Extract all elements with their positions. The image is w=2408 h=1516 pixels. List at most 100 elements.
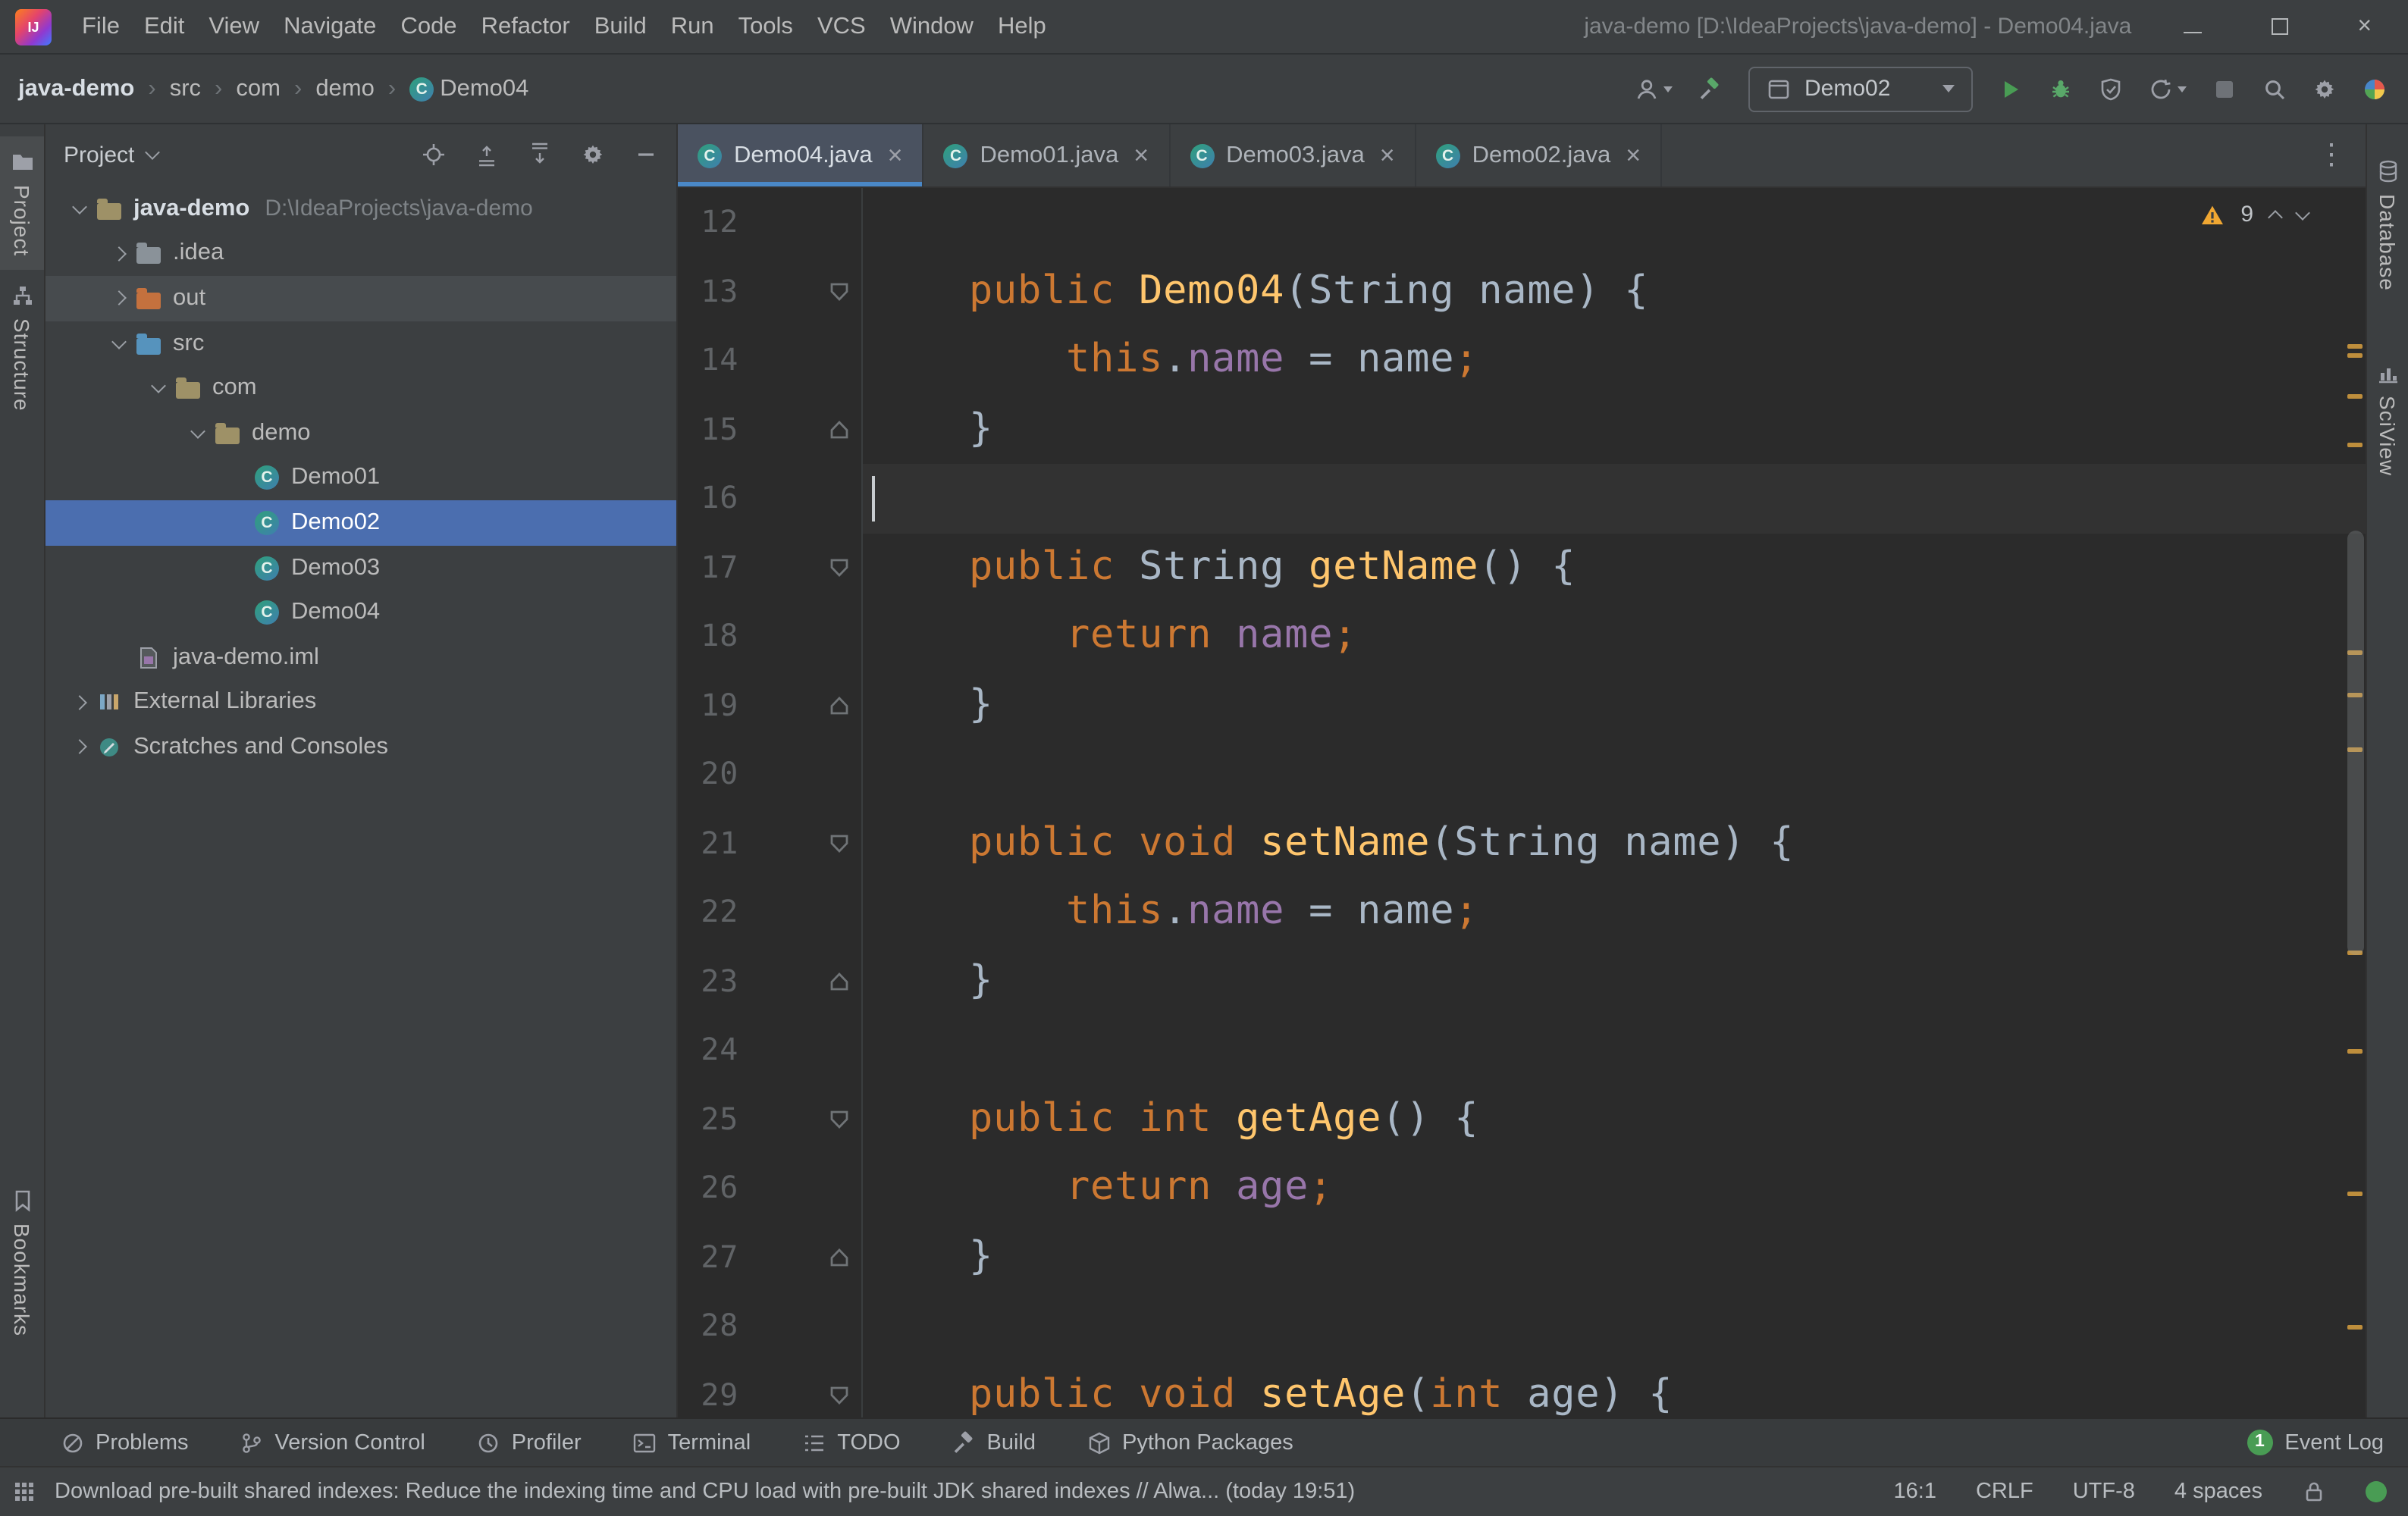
warning-stripe-mark[interactable]	[2347, 394, 2363, 399]
code-line-12[interactable]: 12	[678, 188, 2366, 257]
toolwindow-tab-database[interactable]: Database	[2375, 146, 2400, 305]
tree-item-demo[interactable]: demo	[45, 411, 676, 456]
close-button[interactable]: ×	[2357, 14, 2372, 39]
fold-marker[interactable]	[742, 671, 863, 740]
line-number[interactable]: 14	[678, 326, 742, 395]
warning-stripe-mark[interactable]	[2347, 1049, 2363, 1054]
menu-window[interactable]: Window	[878, 13, 986, 40]
close-icon[interactable]: ×	[888, 143, 903, 168]
fold-marker[interactable]	[742, 1361, 863, 1417]
tree-item-idea[interactable]: .idea	[45, 231, 676, 276]
code-line-13[interactable]: 13 public Demo04(String name) {	[678, 257, 2366, 326]
line-number[interactable]: 23	[678, 947, 742, 1016]
fold-marker[interactable]	[742, 1223, 863, 1292]
user-button[interactable]	[1635, 77, 1673, 101]
fold-marker[interactable]	[742, 257, 863, 326]
code-line-15[interactable]: 15 }	[678, 395, 2366, 464]
stop-button[interactable]	[2212, 77, 2237, 101]
tree-caret[interactable]	[61, 206, 97, 212]
tree-caret[interactable]	[61, 697, 97, 708]
panel-settings-button[interactable]	[581, 143, 605, 167]
tab-demo01-java[interactable]: CDemo01.java×	[924, 124, 1171, 186]
code-line-25[interactable]: 25 public int getAge() {	[678, 1085, 2366, 1154]
event-log-button[interactable]: 1Event Log	[2247, 1430, 2384, 1455]
tree-caret[interactable]	[140, 385, 176, 391]
toolwindow-tab-bookmarks[interactable]: Bookmarks	[10, 1176, 34, 1351]
menu-code[interactable]: Code	[388, 13, 469, 40]
warning-stripe-mark[interactable]	[2347, 344, 2363, 349]
tree-caret[interactable]	[61, 742, 97, 753]
toolwindow-button-python-packages[interactable]: Python Packages	[1087, 1430, 1293, 1455]
toolwindow-button-build[interactable]: Build	[952, 1430, 1036, 1455]
file-encoding[interactable]: UTF-8	[2073, 1480, 2135, 1504]
warning-stripe-mark[interactable]	[2347, 1192, 2363, 1196]
collapse-all-button[interactable]	[475, 143, 499, 167]
breadcrumb-item-src[interactable]: src	[170, 75, 201, 102]
settings-gear-icon[interactable]	[2312, 77, 2337, 101]
code-line-20[interactable]: 20	[678, 740, 2366, 809]
coverage-button[interactable]	[2099, 77, 2123, 101]
code-line-28[interactable]: 28	[678, 1292, 2366, 1361]
code-line-27[interactable]: 27 }	[678, 1223, 2366, 1292]
tree-item-demo02[interactable]: CDemo02	[45, 500, 676, 545]
tab-demo02-java[interactable]: CDemo02.java×	[1416, 124, 1663, 186]
toolwindow-button-terminal[interactable]: Terminal	[633, 1430, 751, 1455]
code-line-24[interactable]: 24	[678, 1016, 2366, 1085]
minimize-button[interactable]	[2183, 20, 2201, 33]
inspection-widget[interactable]: 9	[2199, 202, 2308, 227]
breadcrumb-item-demo04[interactable]: Demo04	[440, 75, 528, 102]
expand-all-button[interactable]	[528, 143, 552, 167]
tree-item-demo03[interactable]: CDemo03	[45, 546, 676, 590]
tree-item-src[interactable]: src	[45, 321, 676, 366]
breadcrumb-item-java-demo[interactable]: java-demo	[18, 75, 134, 102]
fold-marker[interactable]	[742, 947, 863, 1016]
line-number[interactable]: 26	[678, 1154, 742, 1223]
code-line-22[interactable]: 22 this.name = name;	[678, 878, 2366, 947]
tree-item-demo01[interactable]: CDemo01	[45, 456, 676, 500]
hide-panel-button[interactable]	[634, 143, 658, 167]
indent-setting[interactable]: 4 spaces	[2174, 1480, 2262, 1504]
menu-run[interactable]: Run	[659, 13, 726, 40]
menu-view[interactable]: View	[196, 13, 271, 40]
toolwindow-tab-structure[interactable]: Structure	[10, 270, 34, 425]
toolwindow-tab-project[interactable]: Project	[0, 136, 44, 270]
code-line-16[interactable]: 16	[678, 464, 2366, 533]
breadcrumb-item-com[interactable]: com	[236, 75, 281, 102]
fold-marker[interactable]	[742, 809, 863, 878]
code-line-29[interactable]: 29 public void setAge(int age) {	[678, 1361, 2366, 1417]
run-configuration-select[interactable]: Demo02	[1748, 66, 1973, 111]
run-button[interactable]	[1999, 77, 2023, 101]
menu-tools[interactable]: Tools	[726, 13, 805, 40]
editor-scrollbar-thumb[interactable]	[2347, 531, 2364, 955]
tree-item-out[interactable]: out	[45, 276, 676, 321]
code-line-26[interactable]: 26 return age;	[678, 1154, 2366, 1223]
tree-caret[interactable]	[179, 431, 215, 437]
colorful-sphere-icon[interactable]	[2363, 77, 2387, 101]
search-everywhere-icon[interactable]	[2262, 77, 2287, 101]
toolwindow-button-version-control[interactable]: Version Control	[240, 1430, 425, 1455]
tree-item-external-libraries[interactable]: External Libraries	[45, 680, 676, 725]
line-separator[interactable]: CRLF	[1976, 1480, 2033, 1504]
menu-file[interactable]: File	[70, 13, 132, 40]
menu-refactor[interactable]: Refactor	[469, 13, 582, 40]
project-panel-title[interactable]: Project	[64, 142, 134, 168]
code-line-23[interactable]: 23 }	[678, 947, 2366, 1016]
fold-marker[interactable]	[742, 533, 863, 602]
ide-status-icon[interactable]	[2366, 1481, 2387, 1502]
line-number[interactable]: 16	[678, 464, 742, 533]
breadcrumb-item-demo[interactable]: demo	[315, 75, 375, 102]
tree-caret[interactable]	[100, 293, 136, 304]
locate-button[interactable]	[422, 143, 446, 167]
line-number[interactable]: 24	[678, 1016, 742, 1085]
line-number[interactable]: 13	[678, 257, 742, 326]
menu-build[interactable]: Build	[582, 13, 659, 40]
code-line-21[interactable]: 21 public void setName(String name) {	[678, 809, 2366, 878]
tree-item-java-demo-iml[interactable]: java-demo.iml	[45, 635, 676, 680]
line-number[interactable]: 21	[678, 809, 742, 878]
line-number[interactable]: 19	[678, 671, 742, 740]
line-number[interactable]: 28	[678, 1292, 742, 1361]
profiler-button[interactable]	[2149, 77, 2187, 101]
caret-position[interactable]: 16:1	[1894, 1480, 1936, 1504]
toolwindow-quick-access-icon[interactable]	[12, 1480, 36, 1504]
close-icon[interactable]: ×	[1626, 143, 1641, 168]
